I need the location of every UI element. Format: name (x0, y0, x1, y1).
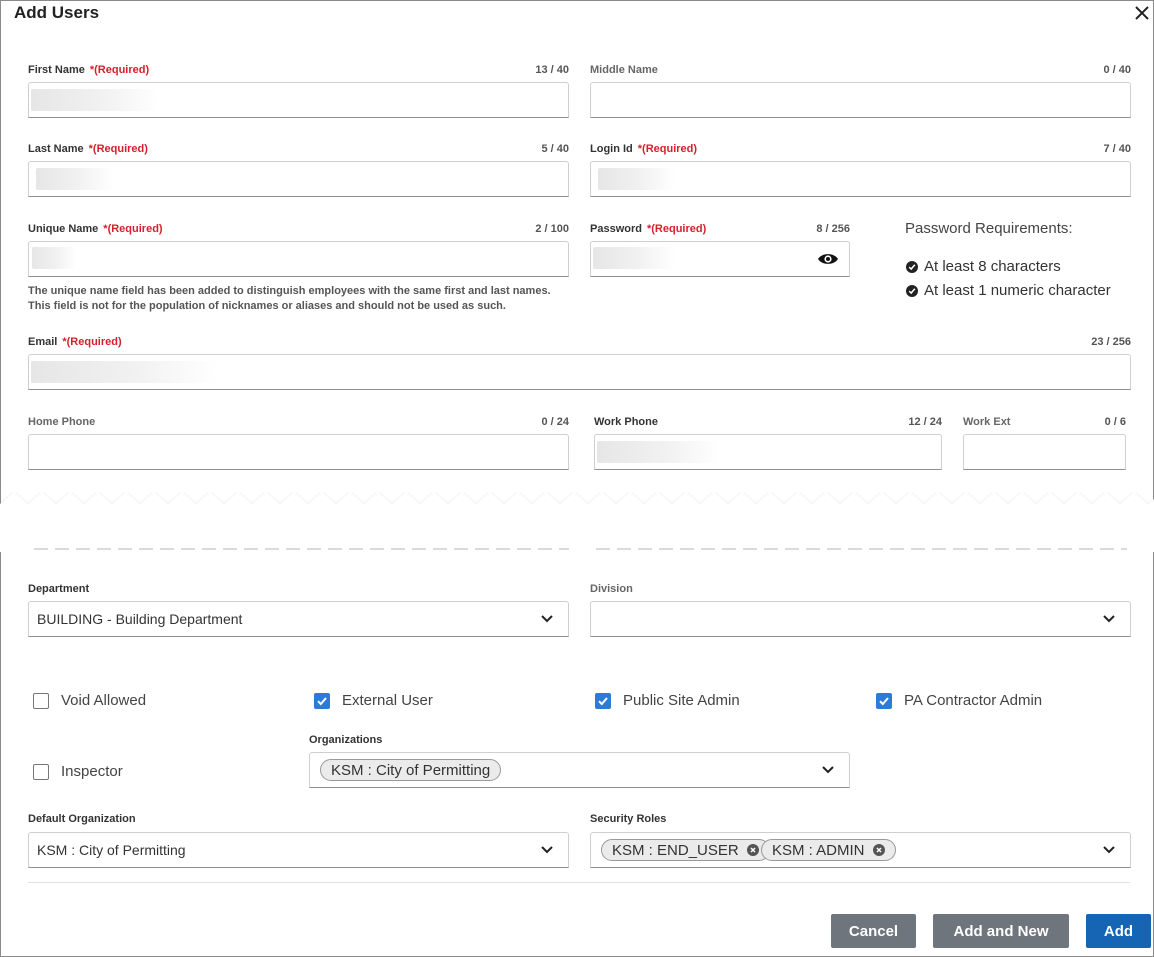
chevron-down-icon (822, 766, 834, 774)
unique-name-input[interactable] (28, 241, 569, 277)
checkbox-box[interactable] (33, 763, 49, 780)
chevron-down-icon (541, 846, 553, 854)
eye-icon[interactable] (817, 252, 839, 266)
first-name-counter: 13 / 40 (535, 64, 569, 76)
chevron-down-icon (1103, 846, 1115, 854)
unique-name-label: Unique Name *(Required) (28, 223, 163, 235)
organizations-label: Organizations (309, 734, 383, 746)
checkmark-icon (598, 696, 608, 705)
redacted-value (32, 247, 76, 269)
redacted-value (31, 361, 217, 383)
redacted-value (593, 247, 675, 269)
default-organization-label: Default Organization (28, 813, 136, 825)
password-label: Password *(Required) (590, 223, 707, 235)
checkmark-icon (879, 696, 889, 705)
default-organization-select[interactable]: KSM : City of Permitting (28, 832, 569, 868)
check-circle-icon (906, 260, 918, 273)
organizations-multiselect[interactable]: KSM : City of Permitting (309, 752, 850, 788)
redacted-value (31, 89, 159, 111)
redacted-value (598, 168, 675, 190)
required-marker: *(Required) (89, 64, 150, 76)
division-select[interactable] (590, 601, 1131, 637)
checkbox-box[interactable] (595, 692, 611, 709)
home-phone-input[interactable] (28, 434, 569, 470)
dialog-title: Add Users (14, 3, 100, 22)
required-marker: *(Required) (637, 143, 698, 155)
last-name-label: Last Name *(Required) (28, 143, 148, 155)
password-counter: 8 / 256 (816, 223, 850, 235)
home-phone-label: Home Phone (28, 416, 96, 428)
chevron-down-icon (541, 615, 553, 623)
first-name-input[interactable] (28, 82, 569, 118)
remove-chip-icon[interactable] (746, 844, 759, 856)
external-user-checkbox[interactable]: External User (314, 692, 433, 709)
security-role-chip[interactable]: KSM : ADMIN (761, 839, 896, 861)
cancel-button[interactable]: Cancel (831, 914, 916, 948)
check-circle-icon (906, 284, 918, 297)
middle-name-label: Middle Name (590, 64, 658, 76)
work-ext-counter: 0 / 6 (1104, 416, 1126, 428)
required-marker: *(Required) (646, 223, 707, 235)
checkmark-icon (317, 696, 327, 705)
add-and-new-button[interactable]: Add and New (933, 914, 1069, 948)
add-button[interactable]: Add (1086, 914, 1151, 948)
required-marker: *(Required) (62, 336, 122, 348)
void-allowed-checkbox[interactable]: Void Allowed (33, 692, 146, 709)
chevron-down-icon (1103, 615, 1115, 623)
unique-name-hint: The unique name field has been added to … (28, 285, 551, 312)
password-requirements-title: Password Requirements: (905, 220, 1073, 237)
email-counter: 23 / 256 (1091, 336, 1131, 348)
login-id-input[interactable] (590, 161, 1131, 197)
footer-divider (28, 882, 1130, 883)
checkbox-box[interactable] (33, 692, 49, 709)
middle-name-input[interactable] (590, 82, 1131, 118)
email-input[interactable] (28, 354, 1131, 390)
last-name-input[interactable] (28, 161, 569, 197)
required-marker: *(Required) (103, 223, 163, 235)
last-name-counter: 5 / 40 (541, 143, 569, 155)
required-marker: *(Required) (88, 143, 148, 155)
public-site-admin-checkbox[interactable]: Public Site Admin (595, 692, 740, 709)
work-ext-input[interactable] (963, 434, 1126, 470)
work-phone-label: Work Phone (594, 416, 658, 428)
login-id-counter: 7 / 40 (1103, 143, 1131, 155)
close-icon[interactable] (1131, 2, 1153, 24)
security-roles-multiselect[interactable]: KSM : END_USER KSM : ADMIN (590, 832, 1131, 868)
security-roles-label: Security Roles (590, 813, 667, 825)
password-requirement-item: At least 1 numeric character (906, 282, 1111, 299)
default-organization-value: KSM : City of Permitting (37, 842, 186, 858)
checkbox-box[interactable] (876, 692, 892, 709)
middle-name-counter: 0 / 40 (1103, 64, 1131, 76)
password-requirement-item: At least 8 characters (906, 258, 1061, 275)
torn-page-divider (0, 492, 1154, 552)
department-label: Department (28, 583, 90, 595)
work-ext-label: Work Ext (963, 416, 1011, 428)
department-value: BUILDING - Building Department (37, 611, 243, 627)
unique-name-counter: 2 / 100 (535, 223, 569, 235)
dialog-frame (0, 0, 1154, 957)
remove-chip-icon[interactable] (872, 844, 885, 856)
checkbox-box[interactable] (314, 692, 330, 709)
department-select[interactable]: BUILDING - Building Department (28, 601, 569, 637)
password-input[interactable] (590, 241, 850, 277)
inspector-checkbox[interactable]: Inspector (33, 763, 123, 780)
home-phone-counter: 0 / 24 (541, 416, 569, 428)
first-name-label: First Name *(Required) (28, 64, 150, 76)
redacted-value (36, 168, 113, 190)
division-label: Division (590, 583, 633, 595)
work-phone-input[interactable] (594, 434, 942, 470)
security-role-chip[interactable]: KSM : END_USER (601, 839, 770, 861)
login-id-label: Login Id *(Required) (590, 143, 698, 155)
pa-contractor-admin-checkbox[interactable]: PA Contractor Admin (876, 692, 1042, 709)
organization-chip[interactable]: KSM : City of Permitting (320, 759, 502, 781)
redacted-value (597, 441, 721, 463)
email-label: Email *(Required) (28, 336, 122, 348)
work-phone-counter: 12 / 24 (908, 416, 942, 428)
